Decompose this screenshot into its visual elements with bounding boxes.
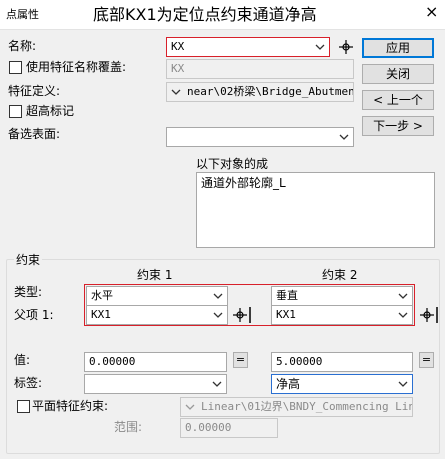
- range-field: 0.00000: [180, 418, 278, 438]
- prev-button[interactable]: < 上一个: [362, 90, 434, 110]
- chevron-down-icon: [315, 44, 325, 50]
- constraint1-tag-combo[interactable]: [84, 374, 227, 394]
- constraint1-value-field[interactable]: 0.00000: [84, 352, 227, 372]
- chevron-down-icon: [213, 312, 223, 318]
- list-item[interactable]: 通道外部轮廓_L: [201, 176, 430, 190]
- range-label: 范围:: [114, 420, 143, 434]
- super-elev-checkbox[interactable]: [9, 105, 22, 118]
- constraint2-value-field[interactable]: 5.00000: [271, 352, 413, 372]
- type-label: 类型:: [14, 285, 43, 299]
- constraint1-equal-button[interactable]: =: [233, 352, 248, 368]
- name-label: 名称:: [8, 39, 37, 53]
- feature-def-combo[interactable]: near\02桥梁\Bridge_Abutment: [166, 82, 354, 102]
- pick-point-icon[interactable]: [231, 305, 251, 325]
- objects-list[interactable]: 通道外部轮廓_L: [196, 172, 435, 248]
- constraint2-header: 约束 2: [322, 268, 358, 282]
- constraint2-type-value: 垂直: [276, 289, 298, 302]
- name-combo[interactable]: KX: [166, 37, 330, 57]
- chevron-down-icon: [185, 404, 195, 410]
- super-elev-label: 超高标记: [26, 104, 75, 118]
- constraints-group-label: 约束: [14, 253, 43, 267]
- objects-list-label: 以下对象的成: [196, 157, 269, 171]
- constraint2-parent-value: KX1: [276, 308, 296, 321]
- name-value: KX: [171, 40, 185, 53]
- plane-constraint-label: 平面特征约束:: [32, 399, 109, 413]
- constraint1-parent-combo[interactable]: KX1: [86, 305, 228, 325]
- next-button[interactable]: 下一步 >: [362, 116, 434, 136]
- constraint1-type-combo[interactable]: 水平: [86, 286, 228, 306]
- constraint1-header: 约束 1: [137, 268, 173, 282]
- chevron-down-icon: [171, 89, 181, 95]
- alt-surface-label: 备选表面:: [8, 127, 61, 141]
- constraint1-type-value: 水平: [91, 289, 113, 302]
- feature-name-field: KX: [166, 59, 354, 79]
- constraint2-tag-value: 净高: [276, 377, 301, 391]
- close-button[interactable]: 关闭: [362, 64, 434, 84]
- pick-point-icon[interactable]: [418, 305, 438, 325]
- chevron-down-icon: [213, 293, 223, 299]
- constraint2-type-combo[interactable]: 垂直: [271, 286, 413, 306]
- use-feature-name-label: 使用特征名称覆盖:: [26, 60, 127, 74]
- dialog-title: 底部KX1为定位点约束通道净高: [93, 5, 317, 24]
- constraint2-parent-combo[interactable]: KX1: [271, 305, 413, 325]
- feature-def-value: near\02桥梁\Bridge_Abutment: [187, 85, 354, 98]
- close-icon[interactable]: ×: [425, 4, 438, 20]
- apply-button[interactable]: 应用: [362, 38, 434, 58]
- plane-feature-value: Linear\01边界\BNDY_Commencing Line: [201, 400, 413, 413]
- chevron-down-icon: [339, 134, 349, 140]
- parent-label: 父项 1:: [14, 308, 54, 322]
- pick-point-icon[interactable]: [336, 37, 356, 57]
- tool-label: 点属性: [6, 8, 39, 21]
- feature-def-label: 特征定义:: [8, 84, 61, 98]
- alt-surface-combo[interactable]: [166, 127, 354, 147]
- chevron-down-icon: [398, 293, 408, 299]
- chevron-down-icon: [212, 381, 222, 387]
- use-feature-name-checkbox[interactable]: [9, 61, 22, 74]
- chevron-down-icon: [398, 381, 408, 387]
- constraint2-tag-combo[interactable]: 净高: [271, 374, 413, 394]
- value-label: 值:: [14, 353, 31, 367]
- plane-constraint-checkbox[interactable]: [17, 400, 30, 413]
- tag-label: 标签:: [14, 376, 43, 390]
- chevron-down-icon: [398, 312, 408, 318]
- constraint2-equal-button[interactable]: =: [419, 352, 434, 368]
- plane-feature-combo: Linear\01边界\BNDY_Commencing Line: [180, 397, 413, 417]
- constraint1-parent-value: KX1: [91, 308, 111, 321]
